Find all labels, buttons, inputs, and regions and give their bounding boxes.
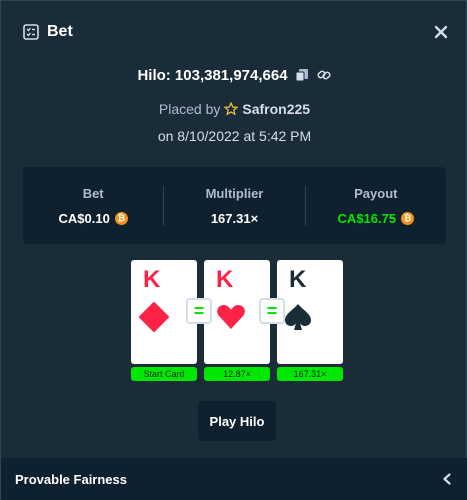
stat-bet-label: Bet xyxy=(82,185,104,201)
stat-bet-value: CA$0.10 xyxy=(58,210,110,226)
placed-by-label: Placed by xyxy=(158,101,221,117)
stat-bet: Bet CA$0.10 ₿ xyxy=(23,184,163,228)
equal-guess-icon: = xyxy=(186,298,212,324)
bet-date: on 8/10/2022 at 5:42 PM xyxy=(157,128,312,144)
bet-stats-panel: Bet CA$0.10 ₿ Multiplier 167.31× Payout … xyxy=(23,167,446,244)
stat-payout: Payout CA$16.75 ₿ xyxy=(306,184,446,228)
equal-guess-icon: = xyxy=(259,298,285,324)
placed-by-row: Placed by Safron225 xyxy=(1,99,467,119)
star-icon xyxy=(224,102,239,116)
card-rank: K xyxy=(289,266,307,293)
bitcoin-icon: ₿ xyxy=(401,211,415,225)
card-third: K xyxy=(277,260,343,364)
link-icon xyxy=(316,70,331,80)
stat-multiplier: Multiplier 167.31× xyxy=(164,184,304,228)
card-rank: K xyxy=(143,266,161,293)
game-id-row: Hilo: 103,381,974,664 xyxy=(1,63,467,87)
bet-slip-icon xyxy=(23,24,39,40)
close-button[interactable] xyxy=(432,23,450,41)
diamond-icon xyxy=(139,302,169,332)
stat-multiplier-value: 167.31× xyxy=(210,210,259,226)
card-label-start: Start Card xyxy=(131,367,197,381)
chevron-left-icon[interactable] xyxy=(440,472,454,486)
play-hilo-button[interactable]: Play Hilo xyxy=(198,401,276,441)
copy-icon xyxy=(295,69,308,82)
heart-icon xyxy=(217,305,245,329)
copy-button[interactable] xyxy=(294,67,310,83)
card-label-multiplier: 12.87× xyxy=(204,367,270,381)
bitcoin-icon: ₿ xyxy=(114,211,128,225)
spade-icon xyxy=(285,304,311,330)
modal-header: Bet xyxy=(1,1,467,63)
provable-fairness-bar[interactable]: Provable Fairness xyxy=(1,458,467,500)
modal-title: Bet xyxy=(47,23,73,40)
date-row: on 8/10/2022 at 5:42 PM xyxy=(1,126,467,146)
stat-bet-value-row: CA$0.10 ₿ xyxy=(59,211,128,226)
game-id-text: Hilo: 103,381,974,664 xyxy=(137,66,288,84)
close-icon xyxy=(434,25,448,39)
card-label-multiplier: 167.31× xyxy=(277,367,343,381)
username-link[interactable]: Safron225 xyxy=(242,101,310,117)
stat-payout-value: CA$16.75 xyxy=(337,210,397,226)
card-rank: K xyxy=(216,266,234,293)
stat-payout-value-row: CA$16.75 ₿ xyxy=(338,211,415,226)
card-history: K K K = = Start Card 12.87× 167.31× xyxy=(131,260,344,382)
provable-fairness-label: Provable Fairness xyxy=(15,472,127,487)
stat-multiplier-label: Multiplier xyxy=(205,185,264,201)
stat-payout-label: Payout xyxy=(354,185,398,201)
link-button[interactable] xyxy=(316,67,332,83)
bet-modal: Bet Hilo: 103,381,974,664 Placed by Safr… xyxy=(0,0,467,500)
